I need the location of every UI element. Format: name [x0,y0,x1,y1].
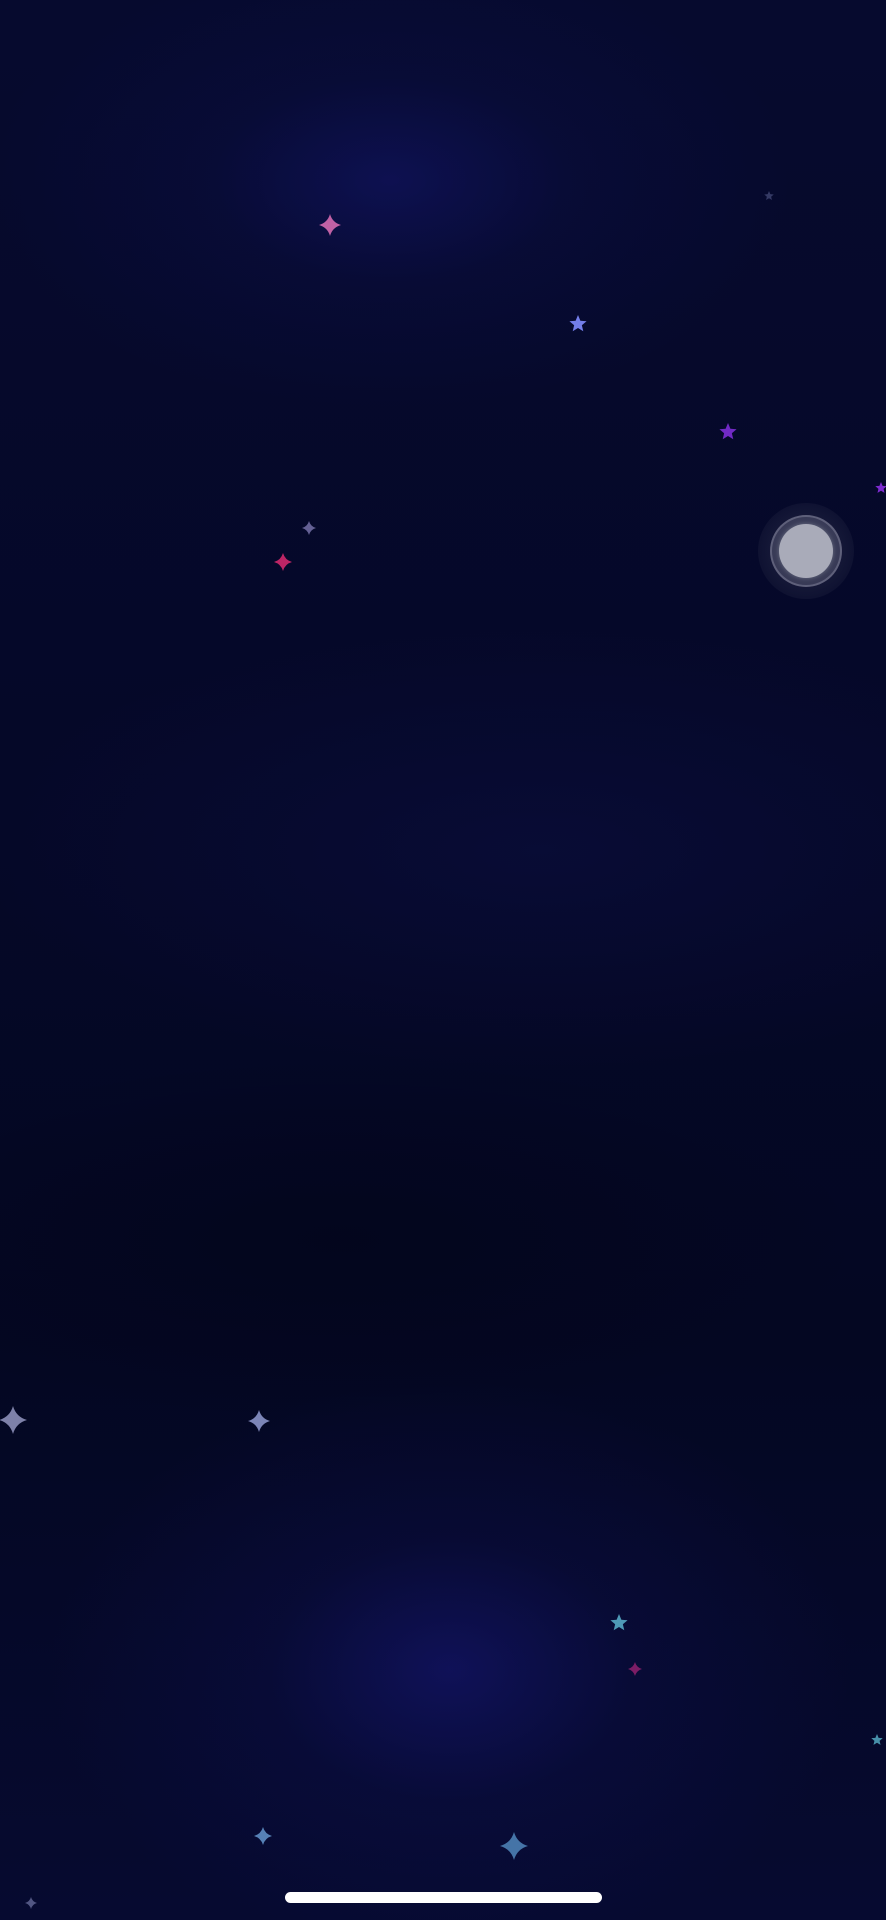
sparkle-icon [274,553,292,571]
assistive-touch-button[interactable] [758,503,854,599]
sparkle-icon [628,1662,642,1676]
assistive-touch-icon [779,524,833,578]
star-icon [875,482,886,493]
sparkle-icon [302,521,316,535]
sparkle-icon [25,1897,37,1909]
home-indicator[interactable] [285,1892,602,1903]
screensaver-screen [0,0,886,1920]
star-icon [719,423,737,440]
star-icon [610,1614,628,1631]
star-icon [871,1734,883,1745]
sparkle-icon [500,1832,528,1860]
sparkle-icon [254,1827,272,1845]
sparkle-icon [0,1406,27,1434]
star-icon [569,315,587,332]
sparkle-icon [319,214,341,236]
star-icon [764,191,774,201]
sparkle-icon [248,1410,270,1432]
star-field [0,191,886,1909]
